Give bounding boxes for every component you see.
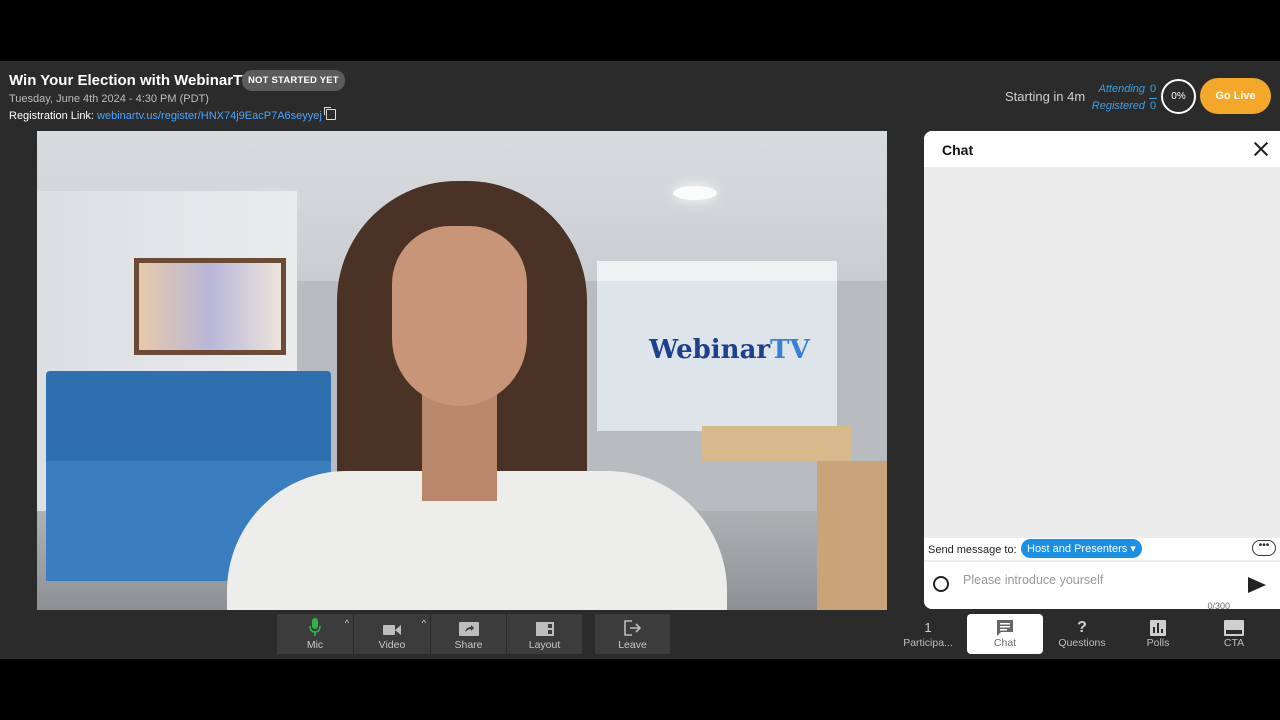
registration-link-row: Registration Link: webinartv.us/register… xyxy=(9,107,336,122)
video-label: Video xyxy=(378,639,406,651)
leave-icon xyxy=(623,620,641,636)
side-tabs: 1 Participa... Chat ? Questions Polls CT… xyxy=(890,614,1280,656)
polls-icon xyxy=(1150,620,1166,636)
registration-label: Registration Link: xyxy=(9,110,98,122)
tab-polls[interactable]: Polls xyxy=(1120,614,1196,654)
send-to-row: Send message to: Host and Presenters ▾ •… xyxy=(924,538,1280,560)
send-to-label: Send message to: xyxy=(928,544,1017,556)
video-desk-front xyxy=(817,461,887,610)
share-button[interactable]: Share xyxy=(431,614,506,654)
chat-title: Chat xyxy=(942,142,974,158)
chevron-up-icon[interactable]: ^ xyxy=(345,618,349,628)
chevron-up-icon[interactable]: ^ xyxy=(422,618,426,628)
close-icon[interactable] xyxy=(1253,141,1269,157)
video-button[interactable]: Video ^ xyxy=(354,614,430,654)
recipient-select[interactable]: Host and Presenters ▾ xyxy=(1021,539,1142,558)
wall-logo-right: TV xyxy=(770,335,810,365)
tab-polls-label: Polls xyxy=(1146,637,1170,649)
video-camera-icon xyxy=(383,625,401,635)
attendance-percent-ring: 0% xyxy=(1161,79,1196,114)
chat-panel: Chat Send message to: Host and Presenter… xyxy=(924,131,1280,609)
tab-participants[interactable]: 1 Participa... xyxy=(890,614,966,654)
webinar-date: Tuesday, June 4th 2024 - 4:30 PM (PDT) xyxy=(9,93,209,105)
wall-logo-left: Webinar xyxy=(649,335,771,365)
tab-chat-label: Chat xyxy=(993,637,1017,649)
layout-label: Layout xyxy=(528,639,561,651)
go-live-button[interactable]: Go Live xyxy=(1200,78,1271,114)
attending-count: 0 xyxy=(1149,83,1157,95)
send-icon[interactable] xyxy=(1248,577,1266,593)
status-badge: NOT STARTED YET xyxy=(242,70,345,91)
tab-cta-label: CTA xyxy=(1223,637,1245,649)
participant-count: 1 xyxy=(924,620,932,635)
wall-picture xyxy=(134,258,286,355)
starting-countdown: Starting in 4m xyxy=(1005,89,1086,104)
layout-icon xyxy=(535,622,554,636)
tab-chat[interactable]: Chat xyxy=(967,614,1043,654)
media-controls: Mic ^ Video ^ Share Layout Leave xyxy=(277,614,671,654)
chat-message-input[interactable] xyxy=(961,572,1235,588)
stats-divider xyxy=(1149,98,1157,99)
tab-participants-label: Participa... xyxy=(903,637,953,649)
ceiling-lamp xyxy=(673,186,717,200)
attendance-stats: Attending 0 Registered 0 xyxy=(1087,81,1157,115)
attending-label: Attending xyxy=(1098,83,1145,95)
mic-button[interactable]: Mic ^ xyxy=(277,614,353,654)
recipient-value: Host and Presenters xyxy=(1027,543,1128,555)
question-icon: ? xyxy=(1077,619,1087,636)
emoji-icon[interactable] xyxy=(933,576,949,592)
chat-header: Chat xyxy=(924,131,1280,167)
share-icon xyxy=(458,622,479,636)
mic-icon xyxy=(309,618,321,636)
presenter-neck xyxy=(422,391,497,501)
mic-label: Mic xyxy=(306,639,324,651)
webinar-title: Win Your Election with WebinarTV xyxy=(9,72,253,89)
chevron-down-icon: ▾ xyxy=(1130,543,1136,555)
layout-button[interactable]: Layout xyxy=(507,614,582,654)
copy-icon[interactable] xyxy=(323,107,336,120)
presenter-video: WebinarTV xyxy=(37,131,887,610)
tab-questions[interactable]: ? Questions xyxy=(1044,614,1120,654)
wall-logo: WebinarTV xyxy=(649,335,810,365)
chat-composer: 0/300 xyxy=(924,562,1280,609)
tab-questions-label: Questions xyxy=(1058,637,1106,649)
char-counter: 0/300 xyxy=(1207,601,1230,609)
registered-label: Registered xyxy=(1091,100,1145,112)
webinar-app: Win Your Election with WebinarTV NOT STA… xyxy=(0,61,1280,659)
chat-icon xyxy=(997,620,1013,636)
presenter-face xyxy=(392,226,527,406)
registered-count: 0 xyxy=(1149,100,1157,112)
registration-link[interactable]: webinartv.us/register/HNX74j9EacP7A6seyy… xyxy=(97,110,322,122)
tab-cta[interactable]: CTA xyxy=(1196,614,1272,654)
share-label: Share xyxy=(454,639,483,651)
leave-label: Leave xyxy=(618,639,647,651)
more-options-button[interactable]: ••• xyxy=(1252,540,1276,556)
cta-icon xyxy=(1224,620,1244,636)
video-desk xyxy=(702,426,852,461)
leave-button[interactable]: Leave xyxy=(595,614,670,654)
